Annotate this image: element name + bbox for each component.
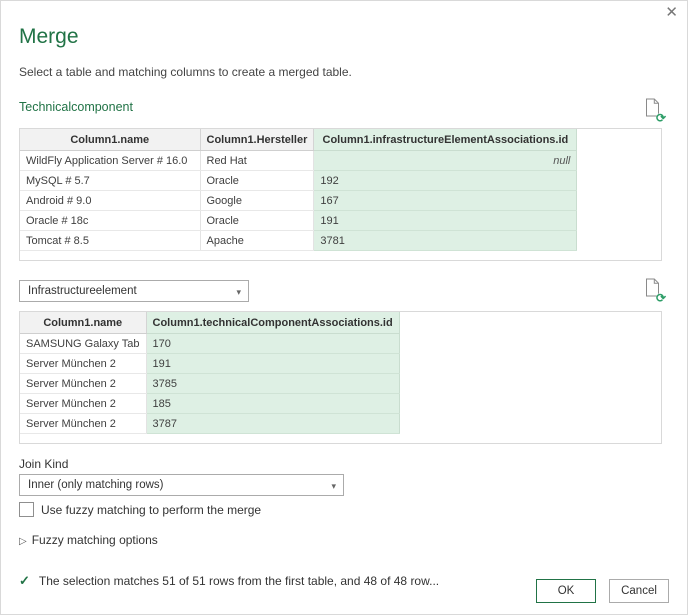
table-cell[interactable]: Server München 2: [20, 374, 146, 394]
column-header[interactable]: Column1.name: [20, 312, 146, 334]
table-cell[interactable]: 3781: [314, 231, 577, 251]
table-cell[interactable]: Tomcat # 8.5: [20, 231, 200, 251]
table-header-row: Column1.name Column1.Hersteller Column1.…: [20, 129, 577, 151]
join-kind-value: Inner (only matching rows): [28, 479, 164, 491]
table-cell[interactable]: WildFly Application Server # 16.0: [20, 151, 200, 171]
column-header[interactable]: Column1.name: [20, 129, 200, 151]
column-header[interactable]: Column1.Hersteller: [200, 129, 314, 151]
refresh-preview-icon[interactable]: ⟳: [645, 98, 663, 120]
dialog-subtitle: Select a table and matching columns to c…: [19, 65, 352, 79]
table-row: Server München 2 3787: [20, 414, 399, 434]
table-cell[interactable]: Server München 2: [20, 394, 146, 414]
status-bar: ✓ The selection matches 51 of 51 rows fro…: [19, 573, 489, 589]
fuzzy-matching-label: Use fuzzy matching to perform the merge: [41, 503, 261, 517]
success-check-icon: ✓: [19, 573, 30, 588]
table-row: Android # 9.0 Google 167: [20, 191, 577, 211]
fuzzy-matching-options-toggle[interactable]: ▷ Fuzzy matching options: [19, 533, 158, 547]
column-header-selected[interactable]: Column1.technicalComponentAssociations.i…: [146, 312, 399, 334]
second-table-preview: Column1.name Column1.technicalComponentA…: [19, 311, 662, 444]
table-cell[interactable]: Oracle # 18c: [20, 211, 200, 231]
join-kind-label: Join Kind: [19, 457, 68, 471]
table-cell[interactable]: Server München 2: [20, 414, 146, 434]
expand-triangle-icon: ▷: [19, 536, 27, 547]
cancel-button[interactable]: Cancel: [609, 579, 669, 603]
table-row: Server München 2 185: [20, 394, 399, 414]
column-header-selected[interactable]: Column1.infrastructureElementAssociation…: [314, 129, 577, 151]
table-cell[interactable]: Oracle: [200, 211, 314, 231]
table-row: WildFly Application Server # 16.0 Red Ha…: [20, 151, 577, 171]
table-cell[interactable]: Android # 9.0: [20, 191, 200, 211]
table-cell[interactable]: 170: [146, 334, 399, 354]
join-kind-select[interactable]: Inner (only matching rows) ▾: [19, 474, 344, 496]
second-table-selector[interactable]: Infrastructureelement ▾: [19, 280, 249, 302]
refresh-icon: ⟳: [656, 113, 666, 124]
table-cell[interactable]: 3787: [146, 414, 399, 434]
fuzzy-matching-checkbox[interactable]: [19, 502, 34, 517]
status-message: The selection matches 51 of 51 rows from…: [39, 574, 439, 588]
first-table-name: Technicalcomponent: [19, 100, 133, 114]
second-table: Column1.name Column1.technicalComponentA…: [20, 312, 400, 434]
table-row: Server München 2 3785: [20, 374, 399, 394]
table-row: Oracle # 18c Oracle 191: [20, 211, 577, 231]
dialog-title: Merge: [19, 25, 79, 49]
table-cell[interactable]: 167: [314, 191, 577, 211]
table-cell[interactable]: 192: [314, 171, 577, 191]
table-cell[interactable]: 191: [314, 211, 577, 231]
ok-button[interactable]: OK: [536, 579, 596, 603]
table-header-row: Column1.name Column1.technicalComponentA…: [20, 312, 399, 334]
table-row: Tomcat # 8.5 Apache 3781: [20, 231, 577, 251]
fuzzy-matching-row[interactable]: Use fuzzy matching to perform the merge: [19, 502, 261, 517]
first-table-preview: Column1.name Column1.Hersteller Column1.…: [19, 128, 662, 261]
table-cell[interactable]: Apache: [200, 231, 314, 251]
table-row: MySQL # 5.7 Oracle 192: [20, 171, 577, 191]
table-cell[interactable]: Server München 2: [20, 354, 146, 374]
fuzzy-matching-options-label: Fuzzy matching options: [32, 533, 158, 547]
table-cell[interactable]: Red Hat: [200, 151, 314, 171]
table-cell[interactable]: Google: [200, 191, 314, 211]
chevron-down-icon: ▾: [331, 476, 336, 496]
second-table-selector-value: Infrastructureelement: [28, 285, 137, 297]
refresh-preview-icon[interactable]: ⟳: [645, 278, 663, 300]
table-row: Server München 2 191: [20, 354, 399, 374]
table-cell[interactable]: SAMSUNG Galaxy Tab: [20, 334, 146, 354]
table-row: SAMSUNG Galaxy Tab 170: [20, 334, 399, 354]
table-cell[interactable]: 3785: [146, 374, 399, 394]
chevron-down-icon: ▾: [236, 282, 241, 302]
refresh-icon: ⟳: [656, 293, 666, 304]
first-table: Column1.name Column1.Hersteller Column1.…: [20, 129, 577, 251]
table-cell[interactable]: MySQL # 5.7: [20, 171, 200, 191]
close-icon[interactable]: ✕: [665, 4, 678, 22]
table-cell[interactable]: 191: [146, 354, 399, 374]
table-cell[interactable]: null: [314, 151, 577, 171]
merge-dialog: ✕ Merge Select a table and matching colu…: [0, 0, 688, 615]
table-cell[interactable]: Oracle: [200, 171, 314, 191]
table-cell[interactable]: 185: [146, 394, 399, 414]
